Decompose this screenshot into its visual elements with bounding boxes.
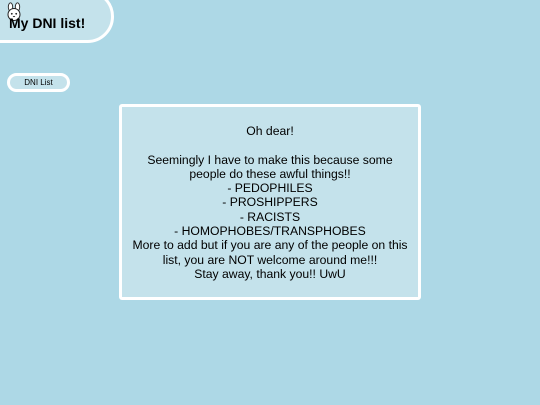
card-spacer bbox=[128, 138, 412, 152]
card-line-intro: Seemingly I have to make this because so… bbox=[147, 152, 393, 181]
card-line-pedophiles: - PEDOPHILES bbox=[227, 181, 313, 196]
card-line-more: More to add but if you are any of the pe… bbox=[132, 238, 408, 267]
dni-card: Oh dear! Seemingly I have to make this b… bbox=[119, 104, 421, 300]
card-line-proshippers: - PROSHIPPERS bbox=[222, 195, 318, 210]
card-greeting: Oh dear! bbox=[246, 124, 294, 138]
page-title: My DNI list! bbox=[9, 15, 86, 31]
card-line-homophobes: - HOMOPHOBES/TRANSPHOBES bbox=[174, 224, 366, 239]
dni-list-button[interactable]: DNI List bbox=[7, 73, 70, 92]
card-line-signoff: Stay away, thank you!! UwU bbox=[194, 266, 346, 281]
card-line-racists: - RACISTS bbox=[239, 209, 301, 224]
